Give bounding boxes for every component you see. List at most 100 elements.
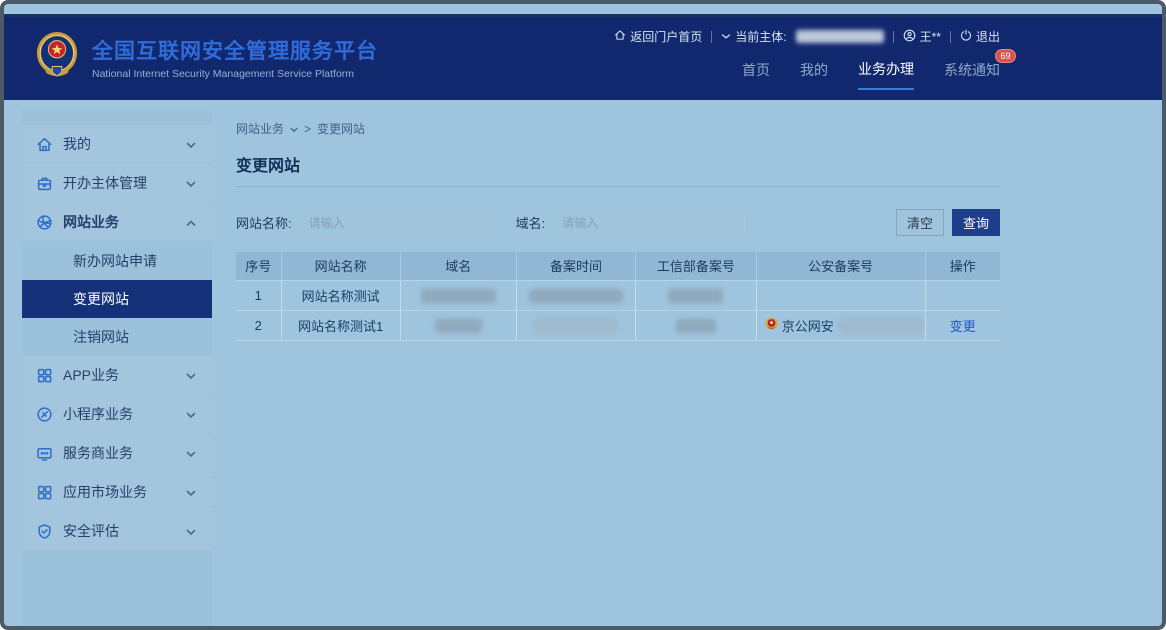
app-window: 全国互联网安全管理服务平台 National Internet Security…	[0, 0, 1166, 630]
domain-input[interactable]	[553, 210, 745, 236]
user-name: 王**	[920, 28, 941, 45]
sidebar-item-app-market-business[interactable]: 应用市场业务	[22, 473, 212, 511]
change-link[interactable]: 变更	[950, 319, 976, 334]
cell-filing-time	[516, 310, 635, 340]
cell-action: 变更	[925, 310, 1000, 340]
sidebar-item-cancel-website[interactable]: 注销网站	[22, 318, 212, 356]
logout-button[interactable]: 退出	[960, 28, 1000, 45]
platform-subtitle: National Internet Security Management Se…	[92, 68, 378, 80]
websites-table: 序号 网站名称 域名 备案时间 工信部备案号 公安备案号 操作 1 网站名称测试	[236, 252, 1000, 341]
col-action: 操作	[925, 252, 1000, 280]
chevron-down-icon	[186, 445, 196, 461]
redacted-value	[529, 289, 623, 303]
notification-badge: 69	[995, 49, 1016, 63]
home-icon	[36, 136, 53, 153]
current-subject-label: 当前主体:	[735, 28, 786, 45]
monitor-icon	[36, 445, 53, 462]
chevron-up-icon	[186, 214, 196, 230]
page-title: 变更网站	[236, 152, 1000, 176]
chevron-down-icon	[186, 136, 196, 152]
divider	[950, 31, 951, 43]
sidebar-submenu-website: 新办网站申请 变更网站 注销网站	[22, 242, 212, 356]
cell-index: 1	[236, 280, 281, 310]
police-number-prefix: 京公网安	[782, 316, 834, 335]
sidebar-item-subject-management[interactable]: 开办主体管理	[22, 164, 212, 202]
current-subject-value-redacted	[796, 30, 884, 43]
breadcrumb: 网站业务 > 变更网站	[236, 120, 1000, 137]
redacted-value	[533, 317, 618, 334]
home-icon	[614, 29, 626, 44]
divider	[893, 31, 894, 43]
sidebar-item-label: 应用市场业务	[63, 482, 147, 502]
sidebar-item-label: 开办主体管理	[63, 173, 147, 193]
cell-index: 2	[236, 310, 281, 340]
breadcrumb-separator: >	[304, 122, 311, 136]
sidebar-item-label: APP业务	[63, 365, 119, 385]
portal-home-link[interactable]: 返回门户首页	[614, 28, 702, 45]
redacted-value	[676, 319, 716, 333]
breadcrumb-website-business[interactable]: 网站业务	[236, 120, 284, 137]
sidebar-item-app-business[interactable]: APP业务	[22, 356, 212, 394]
briefcase-icon	[36, 175, 53, 192]
sidebar-item-label: 小程序业务	[63, 404, 133, 424]
breadcrumb-change-website: 变更网站	[317, 120, 365, 137]
redacted-value	[421, 289, 496, 303]
sidebar-item-website-business[interactable]: 网站业务	[22, 203, 212, 241]
sidebar-item-label: 安全评估	[63, 521, 119, 541]
sidebar-item-service-provider-business[interactable]: 服务商业务	[22, 434, 212, 472]
cell-police-number: 京公网安	[756, 310, 925, 340]
main-content: 网站业务 > 变更网站 变更网站 网站名称: 域名: 清空 查询	[236, 110, 1000, 341]
site-name-label: 网站名称:	[236, 213, 292, 232]
chevron-down-icon	[186, 523, 196, 539]
chevron-down-icon	[290, 122, 298, 136]
sidebar-item-label: 服务商业务	[63, 443, 133, 463]
cell-site-name: 网站名称测试1	[281, 310, 400, 340]
brand: 全国互联网安全管理服务平台 National Internet Security…	[34, 30, 378, 85]
header-banner: 全国互联网安全管理服务平台 National Internet Security…	[4, 14, 1162, 100]
nav-item-notifications[interactable]: 系统通知 69	[944, 60, 1000, 89]
chevron-down-icon	[186, 484, 196, 500]
col-domain: 域名	[400, 252, 516, 280]
table-row: 1 网站名称测试	[236, 280, 1000, 310]
sidebar-item-miniprogram-business[interactable]: 小程序业务	[22, 395, 212, 433]
chevron-down-icon	[186, 406, 196, 422]
nav-item-mine[interactable]: 我的	[800, 60, 828, 89]
sidebar-item-change-website[interactable]: 变更网站	[22, 280, 212, 318]
power-icon	[960, 29, 972, 44]
divider	[711, 31, 712, 43]
cell-filing-time	[516, 280, 635, 310]
sidebar: 我的 开办主体管理 网站业务 新办网站申请 变更网站	[22, 110, 212, 626]
nav-item-business[interactable]: 业务办理	[858, 59, 914, 90]
col-police-number: 公安备案号	[756, 252, 925, 280]
cell-police-number	[756, 280, 925, 310]
clear-button[interactable]: 清空	[896, 209, 944, 236]
sidebar-item-mine[interactable]: 我的	[22, 125, 212, 163]
compass-icon	[36, 406, 53, 423]
col-miit-number: 工信部备案号	[636, 252, 757, 280]
site-name-input[interactable]	[300, 210, 492, 236]
current-subject-selector[interactable]: 当前主体:	[721, 28, 786, 45]
cell-miit-number	[636, 280, 757, 310]
table-header-row: 序号 网站名称 域名 备案时间 工信部备案号 公安备案号 操作	[236, 252, 1000, 280]
chevron-down-icon	[721, 33, 731, 41]
user-menu[interactable]: 王**	[903, 28, 941, 45]
main-nav: 首页 我的 业务办理 系统通知 69	[742, 59, 1000, 90]
police-badge-icon	[765, 317, 778, 333]
user-icon	[903, 29, 916, 45]
col-index: 序号	[236, 252, 281, 280]
grid-icon	[36, 484, 53, 501]
cell-domain	[400, 310, 516, 340]
domain-label: 域名:	[516, 213, 546, 232]
col-filing-time: 备案时间	[516, 252, 635, 280]
sidebar-item-security-assessment[interactable]: 安全评估	[22, 512, 212, 550]
redacted-value	[668, 289, 723, 303]
cell-miit-number	[636, 310, 757, 340]
nav-item-home[interactable]: 首页	[742, 60, 770, 89]
redacted-value	[838, 317, 925, 334]
cell-action	[925, 280, 1000, 310]
grid-icon	[36, 367, 53, 384]
sidebar-item-new-website-application[interactable]: 新办网站申请	[22, 242, 212, 280]
chevron-down-icon	[186, 175, 196, 191]
query-button[interactable]: 查询	[952, 209, 1000, 236]
globe-icon	[36, 214, 53, 231]
